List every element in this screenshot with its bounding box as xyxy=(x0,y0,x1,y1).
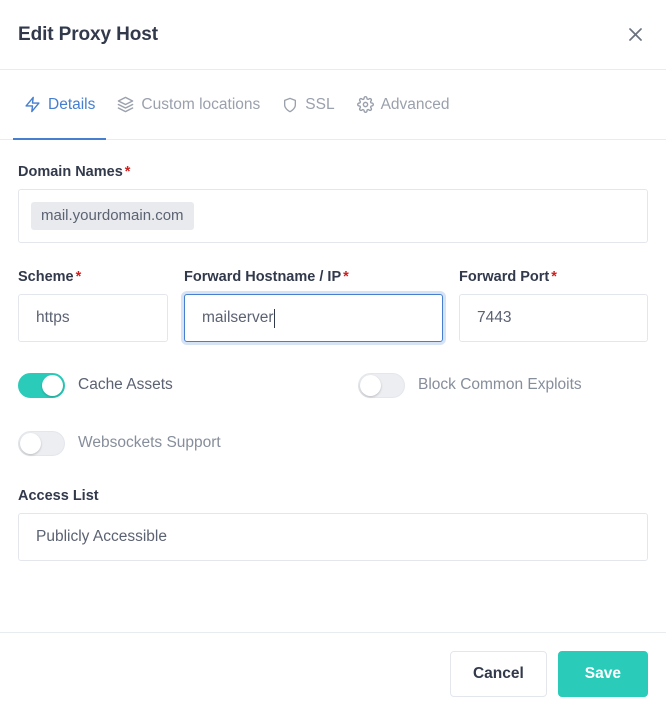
toggle-group: Cache Assets Block Common Exploits Webso… xyxy=(18,366,648,462)
gear-icon xyxy=(356,96,374,113)
block-common-exploits-switch[interactable] xyxy=(358,372,405,398)
modal-footer: Cancel Save xyxy=(0,632,666,715)
websockets-support-switch[interactable] xyxy=(18,430,65,456)
cache-assets-label: Cache Assets xyxy=(78,376,173,393)
layers-icon xyxy=(117,96,134,113)
domain-names-label-text: Domain Names xyxy=(18,164,123,180)
forward-hostname-label: Forward Hostname / IP * xyxy=(184,269,443,285)
page-title: Edit Proxy Host xyxy=(18,23,158,45)
scheme-value: https xyxy=(36,309,70,326)
toggle-block-common-exploits[interactable]: Block Common Exploits xyxy=(358,372,582,398)
tab-custom-locations[interactable]: Custom locations xyxy=(106,70,271,139)
forward-hostname-value: mailserver xyxy=(202,309,274,326)
switch-knob xyxy=(42,374,63,396)
forward-port-input[interactable]: 7443 xyxy=(459,294,648,342)
toggle-row-1: Cache Assets Block Common Exploits xyxy=(18,366,648,404)
field-scheme: Scheme * https xyxy=(18,269,184,342)
tab-ssl[interactable]: SSL xyxy=(271,70,345,139)
field-access-list: Access List Publicly Accessible xyxy=(18,488,648,561)
forward-port-value: 7443 xyxy=(477,309,512,326)
bolt-icon xyxy=(24,96,41,113)
tab-details-label: Details xyxy=(48,95,96,113)
websockets-support-label: Websockets Support xyxy=(78,434,221,451)
scheme-label: Scheme * xyxy=(18,269,168,285)
cancel-button[interactable]: Cancel xyxy=(449,651,547,697)
shield-icon xyxy=(282,97,298,113)
close-button[interactable] xyxy=(621,21,649,49)
toggle-row-2: Websockets Support xyxy=(18,424,648,462)
scheme-label-text: Scheme xyxy=(18,269,74,285)
tab-details[interactable]: Details xyxy=(13,70,107,140)
field-domain-names: Domain Names * mail.yourdomain.com xyxy=(18,164,648,243)
access-list-input[interactable]: Publicly Accessible xyxy=(18,513,648,561)
text-caret xyxy=(274,308,276,328)
modal-header: Edit Proxy Host xyxy=(0,0,666,70)
domain-name-tag[interactable]: mail.yourdomain.com xyxy=(31,202,194,230)
access-list-value: Publicly Accessible xyxy=(36,528,167,545)
block-common-exploits-label: Block Common Exploits xyxy=(418,376,582,393)
required-indicator: * xyxy=(124,164,131,180)
required-indicator: * xyxy=(75,269,82,285)
toggle-websockets-support[interactable]: Websockets Support xyxy=(18,430,358,456)
forwarding-row: Scheme * https Forward Hostname / IP * mai… xyxy=(18,269,648,342)
switch-knob xyxy=(360,374,381,396)
forward-hostname-input[interactable]: mailserver xyxy=(184,294,443,342)
close-icon xyxy=(627,26,644,43)
forward-hostname-label-text: Forward Hostname / IP xyxy=(184,269,342,285)
scheme-input[interactable]: https xyxy=(18,294,168,342)
forward-port-label-text: Forward Port xyxy=(459,269,550,285)
switch-knob xyxy=(20,432,41,454)
domain-names-label: Domain Names * xyxy=(18,164,648,180)
tab-advanced[interactable]: Advanced xyxy=(346,70,461,139)
forward-port-label: Forward Port * xyxy=(459,269,648,285)
cache-assets-switch[interactable] xyxy=(18,372,65,398)
tab-custom-locations-label: Custom locations xyxy=(141,95,261,113)
domain-names-input[interactable]: mail.yourdomain.com xyxy=(18,189,648,243)
modal-body: Domain Names * mail.yourdomain.com Scheme… xyxy=(0,140,666,561)
required-indicator: * xyxy=(343,269,349,285)
toggle-cache-assets[interactable]: Cache Assets xyxy=(18,372,358,398)
tab-bar: Details Custom locations SSL Advanced xyxy=(0,70,666,140)
required-indicator: * xyxy=(551,269,557,285)
field-forward-hostname: Forward Hostname / IP * mailserver xyxy=(184,269,459,342)
access-list-label: Access List xyxy=(18,488,99,504)
field-forward-port: Forward Port * 7443 xyxy=(459,269,648,342)
tab-ssl-label: SSL xyxy=(305,95,335,113)
tab-advanced-label: Advanced xyxy=(380,95,450,113)
save-button[interactable]: Save xyxy=(557,651,648,697)
